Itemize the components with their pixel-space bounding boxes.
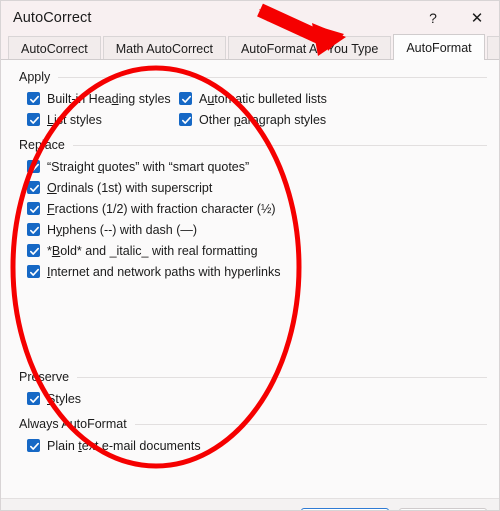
checkbox-straight-quotes[interactable]: “Straight quotes” with “smart quotes” xyxy=(27,156,487,177)
checkbox-icon[interactable] xyxy=(27,92,40,105)
group-rule xyxy=(134,423,487,425)
checkbox-icon[interactable] xyxy=(27,439,40,452)
group-label-apply: Apply xyxy=(19,70,51,84)
replace-options: “Straight quotes” with “smart quotes” Or… xyxy=(27,156,487,282)
checkbox-icon[interactable] xyxy=(27,202,40,215)
checkbox-label: Built-in Heading styles xyxy=(47,91,171,106)
checkbox-icon[interactable] xyxy=(179,92,192,105)
checkbox-icon[interactable] xyxy=(27,160,40,173)
title-bar: AutoCorrect ? ✕ xyxy=(1,1,499,35)
tab-autoformat[interactable]: AutoFormat xyxy=(393,34,485,60)
checkbox-label: Ordinals (1st) with superscript xyxy=(47,180,213,195)
checkbox-other-paragraph-styles[interactable]: Other paragraph styles xyxy=(179,113,326,127)
group-header-apply: Apply xyxy=(19,70,487,84)
preserve-options: Styles xyxy=(27,388,487,409)
close-icon[interactable]: ✕ xyxy=(455,1,499,35)
checkbox-label: Styles xyxy=(47,391,82,406)
tab-actions[interactable]: Actions xyxy=(486,36,499,60)
checkbox-icon[interactable] xyxy=(27,244,40,257)
checkbox-styles[interactable]: Styles xyxy=(27,388,487,409)
group-rule xyxy=(58,76,487,78)
group-label-always-autoformat: Always AutoFormat xyxy=(19,417,127,431)
checkbox-label: “Straight quotes” with “smart quotes” xyxy=(47,159,250,174)
option-row: List styles Other paragraph styles xyxy=(27,109,487,130)
checkbox-label: *Bold* and _italic_ with real formatting xyxy=(47,243,258,258)
tab-strip: AutoCorrect Math AutoCorrect AutoFormat … xyxy=(1,34,499,60)
checkbox-built-in-heading-styles[interactable]: Built-in Heading styles xyxy=(27,92,179,106)
checkbox-internet-paths[interactable]: Internet and network paths with hyperlin… xyxy=(27,261,487,282)
option-row: Built-in Heading styles Automatic bullet… xyxy=(27,88,487,109)
group-header-preserve: Preserve xyxy=(19,370,487,384)
group-rule xyxy=(77,376,487,378)
autoformat-panel: Apply Built-in Heading styles Automatic … xyxy=(1,59,499,498)
tab-math-autocorrect[interactable]: Math AutoCorrect xyxy=(102,36,226,60)
checkbox-icon[interactable] xyxy=(27,265,40,278)
group-label-preserve: Preserve xyxy=(19,370,70,384)
tab-autoformat-as-you-type[interactable]: AutoFormat As You Type xyxy=(227,36,392,60)
checkbox-icon[interactable] xyxy=(179,113,192,126)
group-label-replace: Replace xyxy=(19,138,65,152)
checkbox-label: Other paragraph styles xyxy=(199,112,327,127)
checkbox-automatic-bulleted-lists[interactable]: Automatic bulleted lists xyxy=(179,92,327,106)
checkbox-label: Plain text e-mail documents xyxy=(47,438,201,453)
checkbox-label: Internet and network paths with hyperlin… xyxy=(47,264,281,279)
help-icon[interactable]: ? xyxy=(411,1,455,35)
group-header-replace: Replace xyxy=(19,138,487,152)
checkbox-fractions[interactable]: Fractions (1/2) with fraction character … xyxy=(27,198,487,219)
checkbox-hyphens[interactable]: Hyphens (--) with dash (—) xyxy=(27,219,487,240)
title-bar-buttons: ? ✕ xyxy=(411,1,499,35)
autocorrect-dialog: AutoCorrect ? ✕ AutoCorrect Math AutoCor… xyxy=(0,0,500,511)
checkbox-icon[interactable] xyxy=(27,181,40,194)
window-title: AutoCorrect xyxy=(13,10,92,26)
checkbox-bold-italic[interactable]: *Bold* and _italic_ with real formatting xyxy=(27,240,487,261)
checkbox-label: Hyphens (--) with dash (—) xyxy=(47,222,198,237)
always-autoformat-options: Plain text e-mail documents xyxy=(27,435,487,456)
checkbox-list-styles[interactable]: List styles xyxy=(27,113,179,127)
group-header-always-autoformat: Always AutoFormat xyxy=(19,417,487,431)
checkbox-icon[interactable] xyxy=(27,223,40,236)
group-rule xyxy=(72,144,487,146)
dialog-footer: ComputerHope.com OK Cancel xyxy=(1,498,499,510)
checkbox-ordinals[interactable]: Ordinals (1st) with superscript xyxy=(27,177,487,198)
checkbox-label: Automatic bulleted lists xyxy=(199,91,327,106)
checkbox-label: Fractions (1/2) with fraction character … xyxy=(47,201,276,216)
checkbox-icon[interactable] xyxy=(27,392,40,405)
checkbox-icon[interactable] xyxy=(27,113,40,126)
apply-options: Built-in Heading styles Automatic bullet… xyxy=(27,88,487,130)
checkbox-label: List styles xyxy=(47,112,102,127)
checkbox-plain-text-email[interactable]: Plain text e-mail documents xyxy=(27,435,487,456)
tab-autocorrect[interactable]: AutoCorrect xyxy=(8,36,101,60)
